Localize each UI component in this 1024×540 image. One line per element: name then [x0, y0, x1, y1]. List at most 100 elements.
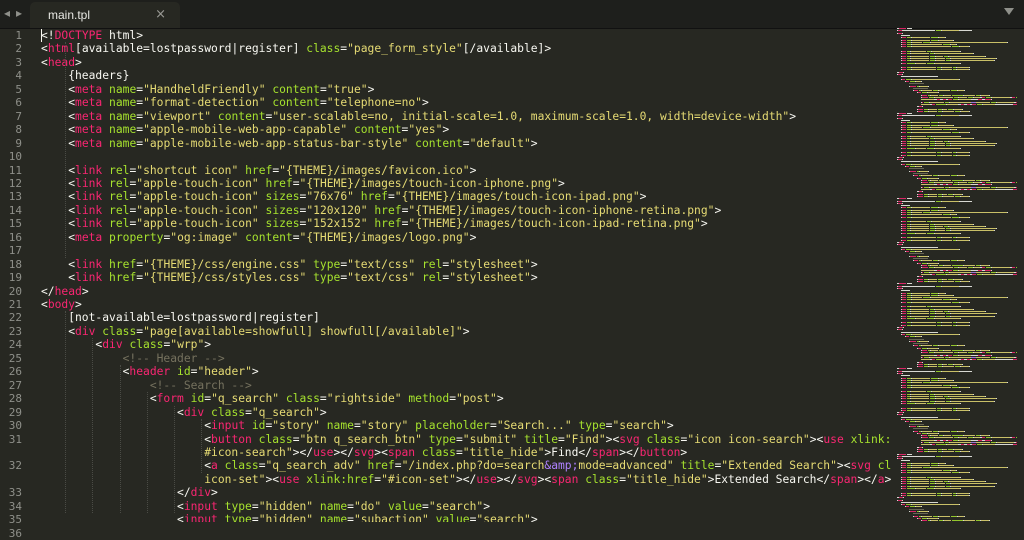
line-number: 2: [15, 42, 22, 56]
minimap-stroke: [902, 492, 906, 494]
code-line[interactable]: <link rel="apple-touch-icon" href="{THEM…: [41, 177, 565, 190]
code-line[interactable]: <div class="page[available=showfull] sho…: [41, 325, 469, 338]
code-token: >: [319, 405, 327, 419]
minimap-stroke: [931, 94, 938, 96]
code-line[interactable]: <div class="q_search">: [41, 406, 327, 419]
code-line[interactable]: <link rel="apple-touch-icon" sizes="152x…: [41, 217, 708, 231]
minimap-stroke: [922, 94, 927, 96]
minimap-stroke: [935, 232, 960, 234]
minimap-stroke: [902, 51, 906, 52]
minimap-stroke: [1016, 186, 1017, 188]
code-line[interactable]: <input type="hidden" name="do" value="se…: [41, 500, 490, 513]
code-area[interactable]: <!DOCTYPE html> <html[available=lostpassw…: [41, 28, 891, 522]
code-line[interactable]: </div>: [41, 486, 218, 499]
minimap-stroke: [902, 223, 906, 225]
minimap-stroke: [902, 228, 906, 230]
code-line[interactable]: <input type="hidden" name="subaction" va…: [41, 513, 538, 522]
code-line[interactable]: <meta name="viewport" content="user-scal…: [41, 110, 796, 123]
minimap-stroke: [992, 267, 1010, 269]
minimap-stroke: [969, 154, 970, 156]
minimap-stroke: [902, 419, 905, 420]
minimap-stroke: [936, 103, 946, 105]
code-token: >: [714, 203, 722, 217]
code-line[interactable]: <header id="header">: [41, 365, 259, 378]
code-line[interactable]: <head>: [41, 56, 82, 69]
code-line[interactable]: <link rel="shortcut icon" href="{THEME}/…: [41, 164, 476, 177]
minimap-stroke: [902, 322, 906, 324]
line-number: 26: [8, 365, 22, 379]
code-line[interactable]: <meta property="og:image" content="{THEM…: [41, 231, 476, 244]
code-line[interactable]: <meta name="format-detection" content="t…: [41, 96, 429, 109]
minimap-stroke: [1016, 267, 1017, 269]
tab-list-dropdown-icon[interactable]: [1004, 8, 1014, 15]
code-line[interactable]: <link rel="apple-touch-icon" sizes="120x…: [41, 204, 721, 217]
code-token: <: [41, 163, 76, 177]
code-line[interactable]: <button class="btn q_search_btn" type="s…: [41, 433, 891, 446]
minimap-stroke: [909, 168, 924, 170]
minimap[interactable]: [897, 28, 1017, 522]
code-line[interactable]: <html[available=lostpassword|register] c…: [41, 42, 551, 55]
code-line[interactable]: icon-set"><use xlink:href="#icon-set"></…: [41, 473, 891, 486]
minimap-stroke: [921, 99, 934, 101]
minimap-stroke: [943, 44, 950, 46]
line-number-gutter: 1 2 3 4 5 6 7 8 9 10 11 12 13 14 15 16 17 18 19 20 21 22 23 24 2…: [0, 28, 36, 540]
code-token: type: [224, 513, 252, 522]
minimap-stroke: [960, 221, 961, 223]
code-line[interactable]: #icon-search"></use></svg><span class="t…: [41, 446, 687, 459]
code-token: "Search...": [496, 419, 572, 433]
code-line[interactable]: <input id="story" name="story" placehold…: [41, 419, 674, 432]
minimap-stroke: [911, 308, 929, 310]
minimap-stroke: [930, 442, 944, 443]
minimap-stroke: [943, 195, 954, 197]
minimap-stroke: [914, 430, 918, 432]
minimap-stroke: [902, 230, 906, 232]
minimap-stroke: [992, 437, 1010, 439]
minimap-stroke: [923, 126, 930, 128]
text-cursor: [41, 29, 42, 42]
code-line[interactable]: <!-- Header -->: [41, 352, 225, 365]
minimap-stroke: [922, 435, 927, 437]
next-tab-arrow-icon[interactable]: ▸: [16, 6, 22, 20]
code-line[interactable]: <link rel="apple-touch-icon" sizes="76x7…: [41, 190, 646, 203]
code-token: "hidden": [258, 499, 314, 513]
code-line[interactable]: <link href="{THEME}/css/styles.css" type…: [41, 271, 537, 284]
line-number: 33: [8, 486, 22, 500]
minimap-stroke: [959, 184, 971, 186]
code-line[interactable]: <body>: [41, 298, 82, 311]
minimap-stroke: [923, 212, 930, 213]
code-line[interactable]: <a class="q_search_adv" href="/index.php…: [41, 459, 891, 472]
code-line[interactable]: <!-- Search -->: [41, 379, 252, 392]
previous-tab-arrow-icon[interactable]: ◂: [4, 6, 10, 20]
code-line[interactable]: {headers}: [41, 69, 129, 82]
code-token: <: [41, 405, 184, 419]
minimap-stroke: [989, 264, 990, 266]
code-token: <: [41, 298, 48, 311]
minimap-stroke: [932, 221, 960, 223]
code-token: id: [251, 419, 266, 433]
close-tab-icon[interactable]: ×: [155, 7, 166, 22]
minimap-stroke: [936, 228, 945, 230]
code-line[interactable]: <form id="q_search" class="rightside" me…: [41, 392, 504, 405]
minimap-stroke: [910, 425, 916, 427]
code-line[interactable]: <!DOCTYPE html>: [41, 29, 143, 42]
minimap-stroke: [902, 287, 903, 289]
minimap-stroke: [902, 476, 906, 478]
code-line[interactable]: <meta name="HandheldFriendly" content="t…: [41, 83, 374, 96]
code-editor[interactable]: 1 2 3 4 5 6 7 8 9 10 11 12 13 14 15 16 17 18 19 20 21 22 23 24 2…: [0, 28, 1024, 540]
minimap-stroke: [956, 44, 957, 46]
code-line[interactable]: <meta name="apple-mobile-web-app-capable…: [41, 123, 449, 136]
tab-main-tpl[interactable]: main.tpl ×: [30, 2, 180, 28]
minimap-stroke: [902, 402, 906, 404]
minimap-stroke: [932, 51, 960, 52]
minimap-stroke: [912, 379, 930, 381]
minimap-stroke: [912, 44, 942, 46]
code-line[interactable]: <link href="{THEME}/css/engine.css" type…: [41, 258, 537, 271]
minimap-stroke: [969, 195, 970, 197]
code-token: >: [700, 217, 708, 231]
code-line[interactable]: [not-available=lostpassword|register]: [41, 311, 320, 324]
minimap-stroke: [901, 246, 938, 248]
indent-guide: [174, 405, 176, 514]
minimap-stroke: [920, 511, 928, 512]
code-line[interactable]: </head>: [41, 285, 89, 298]
code-line[interactable]: <meta name = "apple-mobile-web-app-status-…: [41, 137, 537, 150]
